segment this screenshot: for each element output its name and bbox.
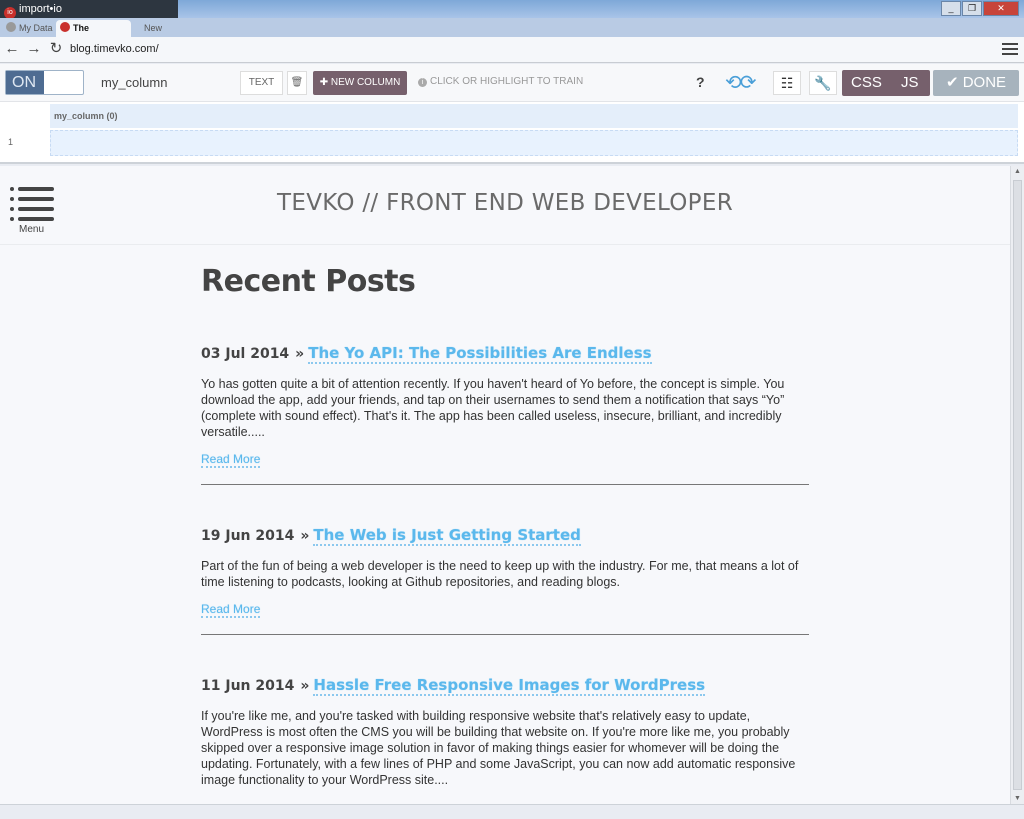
reload-icon[interactable]: ↻ bbox=[48, 41, 64, 57]
text-type-button[interactable]: TEXT bbox=[240, 71, 283, 95]
close-window-button[interactable]: ✕ bbox=[983, 1, 1019, 16]
column-header[interactable]: my_column (0) bbox=[50, 104, 1018, 128]
train-hint: i CLICK OR HIGHLIGHT TO TRAIN bbox=[418, 76, 583, 87]
vertical-scrollbar[interactable]: ▲ ▼ bbox=[1010, 166, 1024, 804]
post-divider bbox=[201, 484, 809, 485]
post-date: 03 Jul 2014 bbox=[201, 346, 290, 362]
post-header: 19 Jun 2014 » The Web is Just Getting Star… bbox=[201, 526, 809, 546]
back-arrow-icon[interactable]: ← bbox=[4, 41, 20, 57]
tab-favicon-icon bbox=[60, 22, 70, 32]
css-js-toggle[interactable]: CSS JS bbox=[842, 70, 930, 96]
window-titlebar: io import•io _ ❐ ✕ bbox=[0, 0, 1024, 19]
status-bar bbox=[0, 804, 1024, 819]
post-item: 03 Jul 2014 » The Yo API: The Possibilitie… bbox=[201, 344, 809, 468]
post-item: 19 Jun 2014 » The Web is Just Getting Star… bbox=[201, 526, 809, 618]
extractor-toolbar: ON my_column TEXT 🗑 ✚ NEW COLUMN i CLICK … bbox=[0, 64, 1024, 102]
wrench-icon[interactable]: 🔧 bbox=[809, 71, 837, 95]
new-column-button[interactable]: ✚ NEW COLUMN bbox=[313, 71, 407, 95]
address-input[interactable]: blog.timevko.com/ bbox=[70, 43, 159, 55]
data-cell[interactable] bbox=[50, 130, 1018, 156]
page-viewport: Menu TEVKO // FRONT END WEB DEVELOPER Re… bbox=[0, 166, 1010, 804]
browser-menu-icon[interactable] bbox=[1002, 43, 1018, 58]
post-separator: » bbox=[300, 678, 310, 694]
help-button[interactable]: ? bbox=[696, 74, 705, 90]
post-excerpt: If you're like me, and you're tasked wit… bbox=[201, 709, 796, 787]
post-excerpt: Part of the fun of being a web developer… bbox=[201, 559, 799, 589]
post-excerpt: Yo has gotten quite a bit of attention r… bbox=[201, 377, 785, 439]
scroll-down-icon[interactable]: ▼ bbox=[1011, 795, 1024, 802]
hint-text: CLICK OR HIGHLIGHT TO TRAIN bbox=[430, 76, 584, 87]
tab-favicon-icon bbox=[6, 22, 16, 32]
data-table: my_column (0) 1 bbox=[0, 102, 1024, 164]
tab-label: My Data bbox=[19, 23, 53, 33]
site-title[interactable]: TEVKO // FRONT END WEB DEVELOPER bbox=[0, 190, 1010, 216]
post-header: 11 Jun 2014 » Hassle Free Responsive Image… bbox=[201, 676, 809, 696]
navigation-bar: ← → ↻ blog.timevko.com/ bbox=[0, 37, 1024, 63]
post-title-link[interactable]: The Yo API: The Possibilities Are Endles… bbox=[308, 344, 652, 364]
tab-my-data[interactable]: My Data bbox=[2, 20, 59, 37]
tab-new[interactable]: New bbox=[140, 20, 168, 37]
menu-label[interactable]: Menu bbox=[19, 224, 44, 235]
scrollbar-thumb[interactable] bbox=[1013, 180, 1022, 790]
post-date: 11 Jun 2014 bbox=[201, 678, 295, 694]
post-title-link[interactable]: The Web is Just Getting Started bbox=[313, 526, 581, 546]
tab-strip: My Data The Blog✕ New bbox=[0, 18, 1024, 50]
row-number: 1 bbox=[8, 137, 14, 147]
toggle-on-label: ON bbox=[6, 71, 44, 94]
forward-arrow-icon[interactable]: → bbox=[26, 41, 42, 57]
tab-label: New bbox=[144, 23, 163, 33]
maximize-button[interactable]: ❐ bbox=[962, 1, 982, 16]
post-date: 19 Jun 2014 bbox=[201, 528, 295, 544]
done-button[interactable]: ✔ DONE bbox=[933, 70, 1019, 96]
minimize-button[interactable]: _ bbox=[941, 1, 961, 16]
info-icon: i bbox=[418, 78, 427, 87]
undo-redo-icon[interactable]: ⟲⟳ bbox=[725, 70, 756, 95]
post-item: 11 Jun 2014 » Hassle Free Responsive Image… bbox=[201, 676, 809, 788]
app-title: io import•io bbox=[0, 0, 178, 19]
header-divider bbox=[0, 244, 1010, 245]
post-separator: » bbox=[295, 346, 305, 362]
section-heading: Recent Posts bbox=[201, 264, 416, 299]
column-name-field[interactable]: my_column bbox=[101, 75, 167, 90]
read-more-link[interactable]: Read More bbox=[201, 452, 261, 468]
scroll-up-icon[interactable]: ▲ bbox=[1011, 168, 1024, 175]
css-label[interactable]: CSS bbox=[851, 70, 882, 96]
app-title-text: import•io bbox=[19, 3, 62, 15]
post-separator: » bbox=[300, 528, 310, 544]
read-more-link[interactable]: Read More bbox=[201, 602, 261, 618]
training-toggle[interactable]: ON bbox=[5, 70, 84, 95]
tab-the-blog[interactable]: The Blog✕ bbox=[56, 20, 131, 50]
trash-icon[interactable]: 🗑 bbox=[287, 71, 307, 95]
table-view-icon[interactable]: ☷ bbox=[773, 71, 801, 95]
post-header: 03 Jul 2014 » The Yo API: The Possibilitie… bbox=[201, 344, 809, 364]
post-title-link[interactable]: Hassle Free Responsive Images for WordPr… bbox=[313, 676, 706, 696]
post-divider bbox=[201, 634, 809, 635]
js-label[interactable]: JS bbox=[901, 70, 919, 96]
